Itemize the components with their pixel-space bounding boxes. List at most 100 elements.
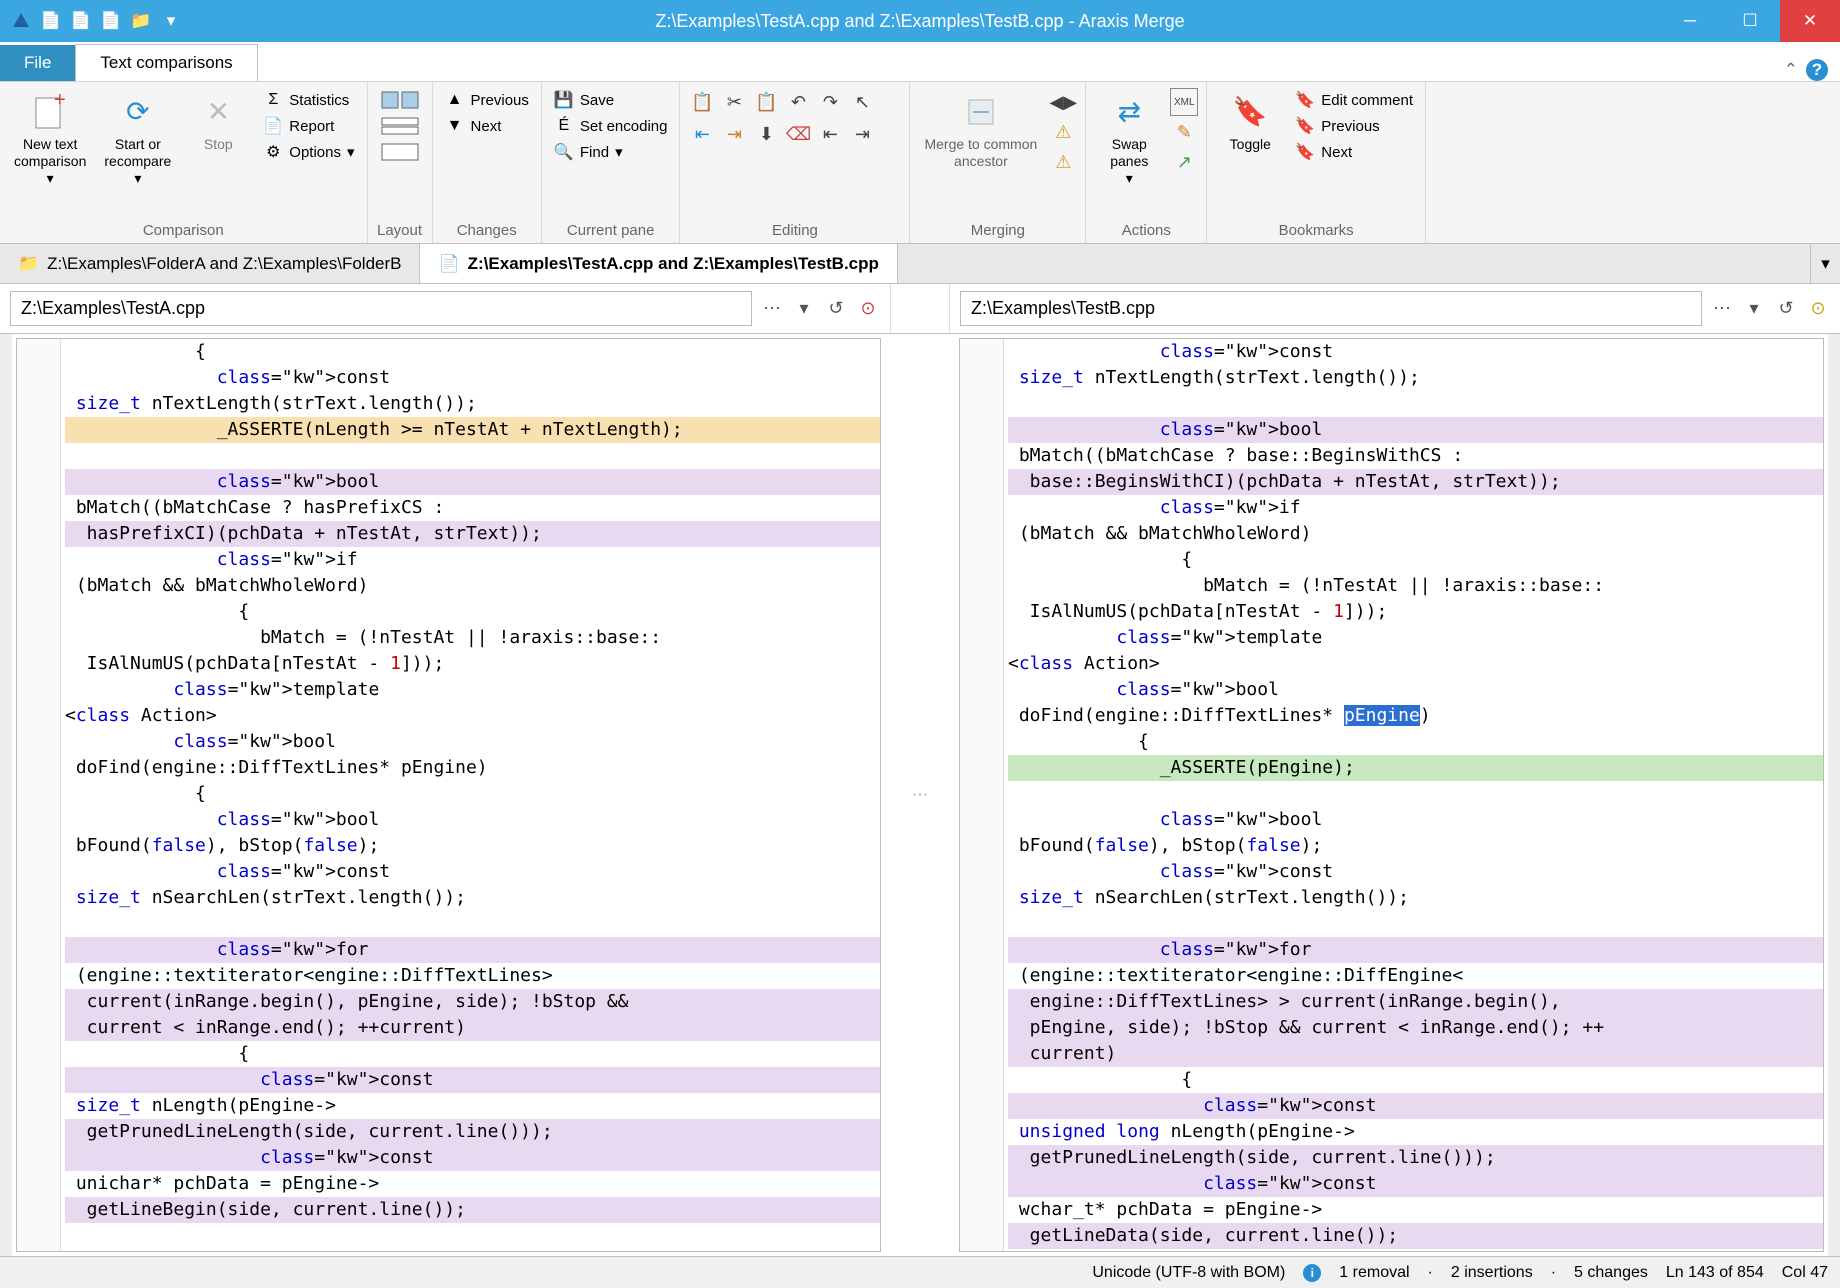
gutter-right[interactable] xyxy=(960,339,1004,1251)
set-encoding-button[interactable]: ÉSet encoding xyxy=(550,114,672,138)
status-dot-icon: ⊙ xyxy=(856,297,880,321)
indent-left-icon[interactable]: ⇤ xyxy=(688,120,716,148)
new-text-label: New text comparison xyxy=(14,136,86,170)
file-path-left-input[interactable] xyxy=(10,291,752,326)
maximize-button[interactable]: ☐ xyxy=(1720,0,1780,42)
group-label: Editing xyxy=(688,220,901,241)
status-sep2: · xyxy=(1551,1264,1556,1282)
overview-left[interactable] xyxy=(0,334,12,1256)
status-changes: 5 changes xyxy=(1574,1264,1648,1282)
close-button[interactable]: ✕ xyxy=(1780,0,1840,42)
swap-panes-button[interactable]: ⇄ Swap panes ▾ xyxy=(1094,88,1164,190)
code-left[interactable]: { class="kw">const size_t nTextLength(st… xyxy=(61,339,880,1251)
window-title: Z:\Examples\TestA.cpp and Z:\Examples\Te… xyxy=(655,11,1184,32)
save-button[interactable]: 💾Save xyxy=(550,88,672,112)
stop-button[interactable]: ✕ Stop xyxy=(183,88,253,157)
tab-file[interactable]: File xyxy=(0,45,75,81)
group-label: Bookmarks xyxy=(1215,220,1417,241)
stop-label: Stop xyxy=(204,136,233,153)
indent-right-icon[interactable]: ⇥ xyxy=(720,120,748,148)
group-actions: ⇄ Swap panes ▾ XML ✎ ↗ Actions xyxy=(1086,82,1207,243)
doc-tabs-dropdown[interactable]: ▾ xyxy=(1810,244,1840,283)
layout-single-button[interactable] xyxy=(376,140,424,164)
delete-icon[interactable]: ⌫ xyxy=(784,120,812,148)
swap-icon: ⇄ xyxy=(1109,92,1149,132)
edit-icon[interactable]: ✎ xyxy=(1170,118,1198,146)
file-gap xyxy=(890,284,950,333)
warning2-icon[interactable]: ⚠ xyxy=(1049,148,1077,176)
file-path-right-input[interactable] xyxy=(960,291,1702,326)
open-icon[interactable]: ↗ xyxy=(1170,148,1198,176)
bookmark-icon: 🔖 xyxy=(1230,92,1270,132)
group-bookmarks: 🔖 Toggle 🔖Edit comment 🔖Previous 🔖Next B… xyxy=(1207,82,1426,243)
report-button[interactable]: 📄Report xyxy=(259,114,358,138)
qat-new-folder-icon[interactable]: 📁 xyxy=(128,8,154,34)
qat-new-binary-icon[interactable]: 📄 xyxy=(68,8,94,34)
indent-icon[interactable]: ⇥ xyxy=(848,120,876,148)
group-label: Current pane xyxy=(550,220,672,241)
prev-bookmark-button[interactable]: 🔖Previous xyxy=(1291,114,1417,138)
minimize-button[interactable]: ─ xyxy=(1660,0,1720,42)
next-change-button[interactable]: ▼Next xyxy=(441,114,533,138)
app-icon[interactable] xyxy=(8,8,34,34)
gutter-left[interactable] xyxy=(17,339,61,1251)
history-icon[interactable]: ↺ xyxy=(1774,297,1798,321)
new-text-comparison-button[interactable]: + New text comparison ▾ xyxy=(8,88,92,190)
overview-right[interactable] xyxy=(1828,334,1840,1256)
search-icon: 🔍 xyxy=(554,142,574,162)
doc-tab-folder[interactable]: 📁 Z:\Examples\FolderA and Z:\Examples\Fo… xyxy=(0,244,420,283)
edit-comment-button[interactable]: 🔖Edit comment xyxy=(1291,88,1417,112)
code-right[interactable]: class="kw">const size_t nTextLength(strT… xyxy=(1004,339,1823,1251)
copy-icon[interactable]: 📋 xyxy=(688,88,716,116)
xml-icon[interactable]: XML xyxy=(1170,88,1198,116)
more-icon[interactable]: ⋯ xyxy=(1710,297,1734,321)
sigma-icon: Σ xyxy=(263,90,283,110)
swap-label: Swap panes xyxy=(1110,136,1148,170)
group-current-pane: 💾Save ÉSet encoding 🔍Find ▾ Current pane xyxy=(542,82,681,243)
down-arrow-icon: ▼ xyxy=(445,116,465,136)
paste-icon[interactable]: 📋 xyxy=(752,88,780,116)
dropdown-icon: ▾ xyxy=(47,170,54,187)
help-icon[interactable]: ? xyxy=(1806,59,1828,81)
next-bookmark-button[interactable]: 🔖Next xyxy=(1291,140,1417,164)
document-tabs: 📁 Z:\Examples\FolderA and Z:\Examples\Fo… xyxy=(0,244,1840,284)
svg-text:+: + xyxy=(54,92,66,111)
qat-dropdown-icon[interactable]: ▾ xyxy=(158,8,184,34)
titlebar: 📄 📄 📄 📁 ▾ Z:\Examples\TestA.cpp and Z:\E… xyxy=(0,0,1840,42)
statistics-button[interactable]: ΣStatistics xyxy=(259,88,358,112)
dropdown-icon: ▾ xyxy=(347,143,355,161)
dropdown-icon[interactable]: ▾ xyxy=(792,297,816,321)
bookmark-prev-icon: 🔖 xyxy=(1295,116,1315,136)
qat-new-text-icon[interactable]: 📄 xyxy=(38,8,64,34)
bookmark-next-icon: 🔖 xyxy=(1295,142,1315,162)
history-icon[interactable]: ↺ xyxy=(824,297,848,321)
start-recompare-button[interactable]: ⟳ Start or recompare ▾ xyxy=(98,88,177,190)
more-icon[interactable]: ⋯ xyxy=(760,297,784,321)
start-label: Start or recompare xyxy=(104,136,171,170)
document-icon: 📄 xyxy=(438,254,459,274)
doc-tab-label: Z:\Examples\FolderA and Z:\Examples\Fold… xyxy=(47,254,401,274)
cut-icon[interactable]: ✂ xyxy=(720,88,748,116)
find-button[interactable]: 🔍Find ▾ xyxy=(550,140,672,164)
folder-icon: 📁 xyxy=(18,254,39,274)
merge-left-icon[interactable]: ◀▶ xyxy=(1049,88,1077,116)
layout-horizontal-button[interactable] xyxy=(376,88,424,112)
redo-icon[interactable]: ↷ xyxy=(816,88,844,116)
outdent-icon[interactable]: ⇤ xyxy=(816,120,844,148)
gear-icon: ⚙ xyxy=(263,142,283,162)
toggle-bookmark-button[interactable]: 🔖 Toggle xyxy=(1215,88,1285,157)
cursor-icon[interactable]: ↖ xyxy=(848,88,876,116)
doc-tab-text[interactable]: 📄 Z:\Examples\TestA.cpp and Z:\Examples\… xyxy=(420,244,897,283)
undo-icon[interactable]: ↶ xyxy=(784,88,812,116)
qat-new-image-icon[interactable]: 📄 xyxy=(98,8,124,34)
dropdown-icon[interactable]: ▾ xyxy=(1742,297,1766,321)
warning-icon[interactable]: ⚠ xyxy=(1049,118,1077,146)
merge-ancestor-button[interactable]: Merge to common ancestor xyxy=(918,88,1043,174)
options-button[interactable]: ⚙Options ▾ xyxy=(259,140,358,164)
collapse-ribbon-icon[interactable]: ⌃ xyxy=(1784,60,1798,80)
layout-vertical-button[interactable] xyxy=(376,114,424,138)
tab-text-comparisons[interactable]: Text comparisons xyxy=(75,44,257,81)
sort-asc-icon[interactable]: ⬇ xyxy=(752,120,780,148)
group-label: Comparison xyxy=(8,220,359,241)
previous-change-button[interactable]: ▲Previous xyxy=(441,88,533,112)
